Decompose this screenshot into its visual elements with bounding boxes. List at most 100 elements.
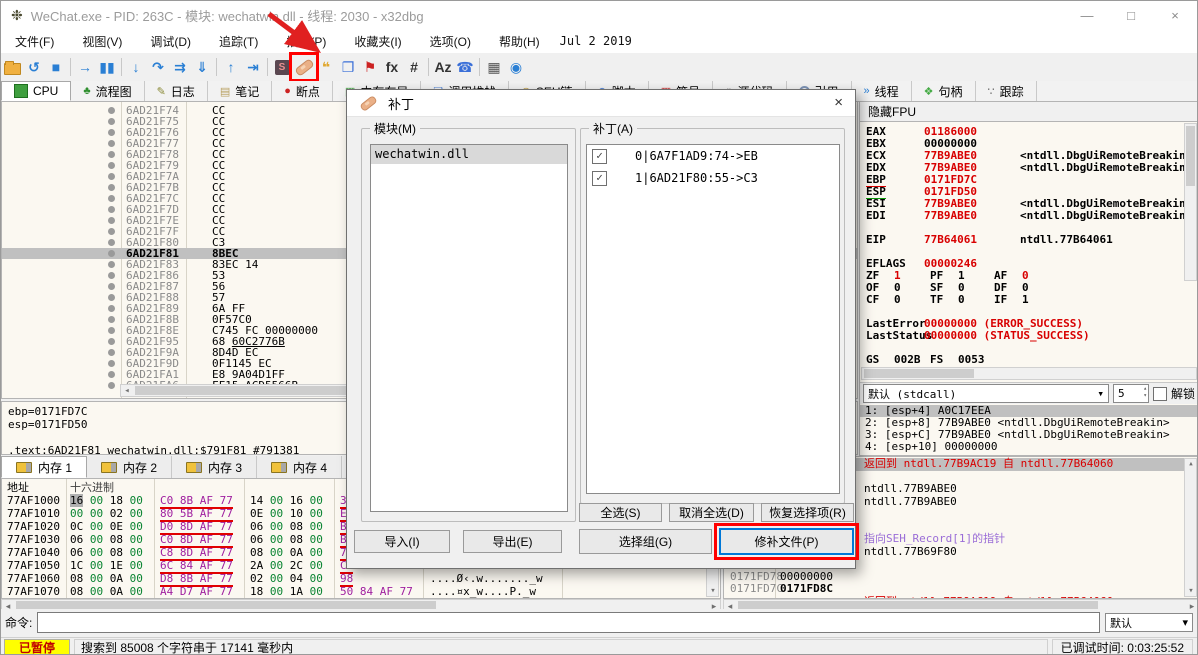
patch-list-item[interactable]: ✓ 1|6AD21F80:55->C3	[587, 167, 839, 189]
breakpoint-dot-icon[interactable]	[108, 239, 115, 246]
stack-vscrollbar[interactable]: ▴ ▾	[1184, 458, 1197, 597]
breakpoint-dot-icon[interactable]	[108, 283, 115, 290]
step-into-icon[interactable]: ↓	[125, 56, 147, 78]
trace-into-icon[interactable]: ⇉	[169, 56, 191, 78]
register-line[interactable]: LastStatus 00000000 (STATUS_SUCCESS)	[860, 330, 1197, 342]
label-icon[interactable]: ❐	[337, 56, 359, 78]
patch-icon[interactable]	[289, 52, 319, 82]
register-line[interactable]: EBP 0171FD7C	[860, 174, 1197, 187]
breakpoint-dot-icon[interactable]	[108, 162, 115, 169]
pause-icon[interactable]: ▮▮	[96, 56, 118, 78]
menu-item-6[interactable]: 选项(O)	[416, 30, 485, 53]
tab-CPU[interactable]: CPU	[1, 81, 72, 101]
breakpoint-dot-icon[interactable]	[108, 184, 115, 191]
trace-over-icon[interactable]: ⇓	[191, 56, 213, 78]
register-line[interactable]: CF 0 TF 0 IF 1	[860, 294, 1197, 306]
calling-convention-select[interactable]: 默认 (stdcall) ▾	[863, 384, 1109, 403]
tab-流程图[interactable]: ♣ 流程图	[71, 81, 145, 101]
run-to-user-code-icon[interactable]: ⇥	[242, 56, 264, 78]
patch-dialog-titlebar[interactable]: 补丁 ×	[347, 90, 855, 117]
dump-row[interactable]: 77AF1060 08 00 0A 00 D8 8B AF 77 02 00 04 0…	[2, 572, 720, 587]
register-line[interactable]: ZF 1 PF 1 AF 0	[860, 270, 1197, 282]
breakpoint-dot-icon[interactable]	[108, 173, 115, 180]
breakpoint-dot-icon[interactable]	[108, 316, 115, 323]
restore-selected-button[interactable]: 恢复选择项(R)	[761, 503, 854, 522]
dump-tab-3[interactable]: 内存 3	[172, 456, 258, 478]
tab-笔记[interactable]: ▤ 笔记	[208, 81, 273, 101]
tab-日志[interactable]: ✎ 日志	[145, 81, 208, 101]
execute-till-return-icon[interactable]: ↑	[220, 56, 242, 78]
breakpoint-dot-icon[interactable]	[108, 151, 115, 158]
command-input[interactable]	[37, 612, 1100, 633]
patch-checkbox[interactable]: ✓	[592, 148, 607, 164]
strings-icon[interactable]: Az	[432, 56, 454, 78]
tab-跟踪[interactable]: ∵ 跟踪	[976, 81, 1037, 101]
select-all-button[interactable]: 全选(S)	[579, 503, 662, 522]
bookmark-icon[interactable]: ⚑	[359, 56, 381, 78]
tab-句柄[interactable]: ❖ 句柄	[912, 81, 976, 101]
breakpoint-dot-icon[interactable]	[108, 228, 115, 235]
breakpoint-dot-icon[interactable]	[108, 382, 115, 389]
import-button[interactable]: 导入(I)	[354, 530, 450, 553]
patch-list[interactable]: ✓ 0|6A7F1AD9:74->EB ✓ 1|6AD21F80:55->C3	[586, 144, 840, 494]
register-line[interactable]: EDX 77B9ABE0 <ntdll.DbgUiRemoteBreakin>	[860, 162, 1197, 174]
export-button[interactable]: 导出(E)	[463, 530, 562, 553]
scroll-down-icon[interactable]: ▾	[1185, 586, 1197, 596]
patch-file-button[interactable]: 修补文件(P)	[714, 523, 859, 560]
menu-item-4[interactable]: 插件(P)	[272, 30, 340, 53]
pick-groups-button[interactable]: 选择组(G)	[579, 529, 712, 554]
breakpoint-dot-icon[interactable]	[108, 327, 115, 334]
stepper-arrows-icon[interactable]: ▴ ▾	[1143, 385, 1147, 399]
breakpoint-dot-icon[interactable]	[108, 195, 115, 202]
dump-tab-2[interactable]: 内存 2	[87, 456, 173, 478]
register-line[interactable]: OF 0 SF 0 DF 0	[860, 282, 1197, 294]
update-icon[interactable]: ◉	[505, 56, 527, 78]
attach-icon[interactable]: ☎	[454, 56, 476, 78]
register-line[interactable]: EDI 77B9ABE0 <ntdll.DbgUiRemoteBreakin>	[860, 210, 1197, 222]
menu-item-5[interactable]: 收藏夹(I)	[340, 30, 415, 53]
menu-item-0[interactable]: 文件(F)	[1, 30, 68, 53]
breakpoint-dot-icon[interactable]	[108, 250, 115, 257]
breakpoint-dot-icon[interactable]	[108, 272, 115, 279]
dialog-close-icon[interactable]: ×	[834, 94, 843, 111]
register-line[interactable]: EFLAGS 00000246	[860, 258, 1197, 270]
menu-item-1[interactable]: 视图(V)	[68, 30, 136, 53]
deselect-all-button[interactable]: 取消全选(D)	[669, 503, 754, 522]
close-button[interactable]: ×	[1153, 1, 1197, 29]
unlock-checkbox[interactable]	[1152, 386, 1167, 401]
calculator-icon[interactable]: ▦	[483, 56, 505, 78]
scroll-up-icon[interactable]: ▴	[1185, 459, 1197, 469]
open-file-icon[interactable]	[1, 56, 23, 78]
comment-icon[interactable]: ❝	[315, 56, 337, 78]
dump-row[interactable]: 77AF1070 08 00 0A 00 A4 D7 AF 77 18 00 1A 0…	[2, 585, 720, 598]
breakpoint-dot-icon[interactable]	[108, 338, 115, 345]
menu-item-3[interactable]: 追踪(T)	[205, 30, 272, 53]
function-icon[interactable]: fx	[381, 56, 403, 78]
scylla-icon[interactable]: S	[271, 56, 293, 78]
scroll-down-icon[interactable]: ▾	[707, 586, 719, 596]
breakpoint-dot-icon[interactable]	[108, 206, 115, 213]
module-list[interactable]: wechatwin.dll	[370, 144, 568, 512]
breakpoint-dot-icon[interactable]	[108, 261, 115, 268]
stop-debug-icon[interactable]: ■	[45, 56, 67, 78]
breakpoint-dot-icon[interactable]	[108, 217, 115, 224]
breakpoint-dot-icon[interactable]	[108, 360, 115, 367]
breakpoint-dot-icon[interactable]	[108, 107, 115, 114]
argument-row[interactable]: 4: [esp+10] 00000000	[860, 441, 1197, 453]
breakpoint-dot-icon[interactable]	[108, 118, 115, 125]
menu-item-7[interactable]: 帮助(H)	[485, 30, 554, 53]
step-over-icon[interactable]: ↷	[147, 56, 169, 78]
patch-list-item[interactable]: ✓ 0|6A7F1AD9:74->EB	[587, 145, 839, 167]
command-profile-select[interactable]: 默认 ▾	[1105, 613, 1193, 632]
minimize-button[interactable]: —	[1065, 1, 1109, 29]
run-icon[interactable]: →	[74, 56, 96, 78]
registers-pane[interactable]: 隐藏FPU EAX 01186000 EBX 00000000 ECX 77B9ABE0 <…	[859, 101, 1197, 456]
register-line[interactable]: EIP 77B64061 ntdll.77B64061	[860, 234, 1197, 246]
tab-断点[interactable]: ● 断点	[272, 81, 333, 101]
scroll-left-icon[interactable]: ◂	[121, 386, 133, 396]
registers-hscrollbar[interactable]	[861, 367, 1197, 380]
menu-item-2[interactable]: 调试(D)	[136, 30, 205, 53]
register-line[interactable]: EAX 01186000	[860, 126, 1197, 138]
hide-fpu-button[interactable]: 隐藏FPU	[860, 102, 1197, 122]
maximize-button[interactable]: □	[1109, 1, 1153, 29]
